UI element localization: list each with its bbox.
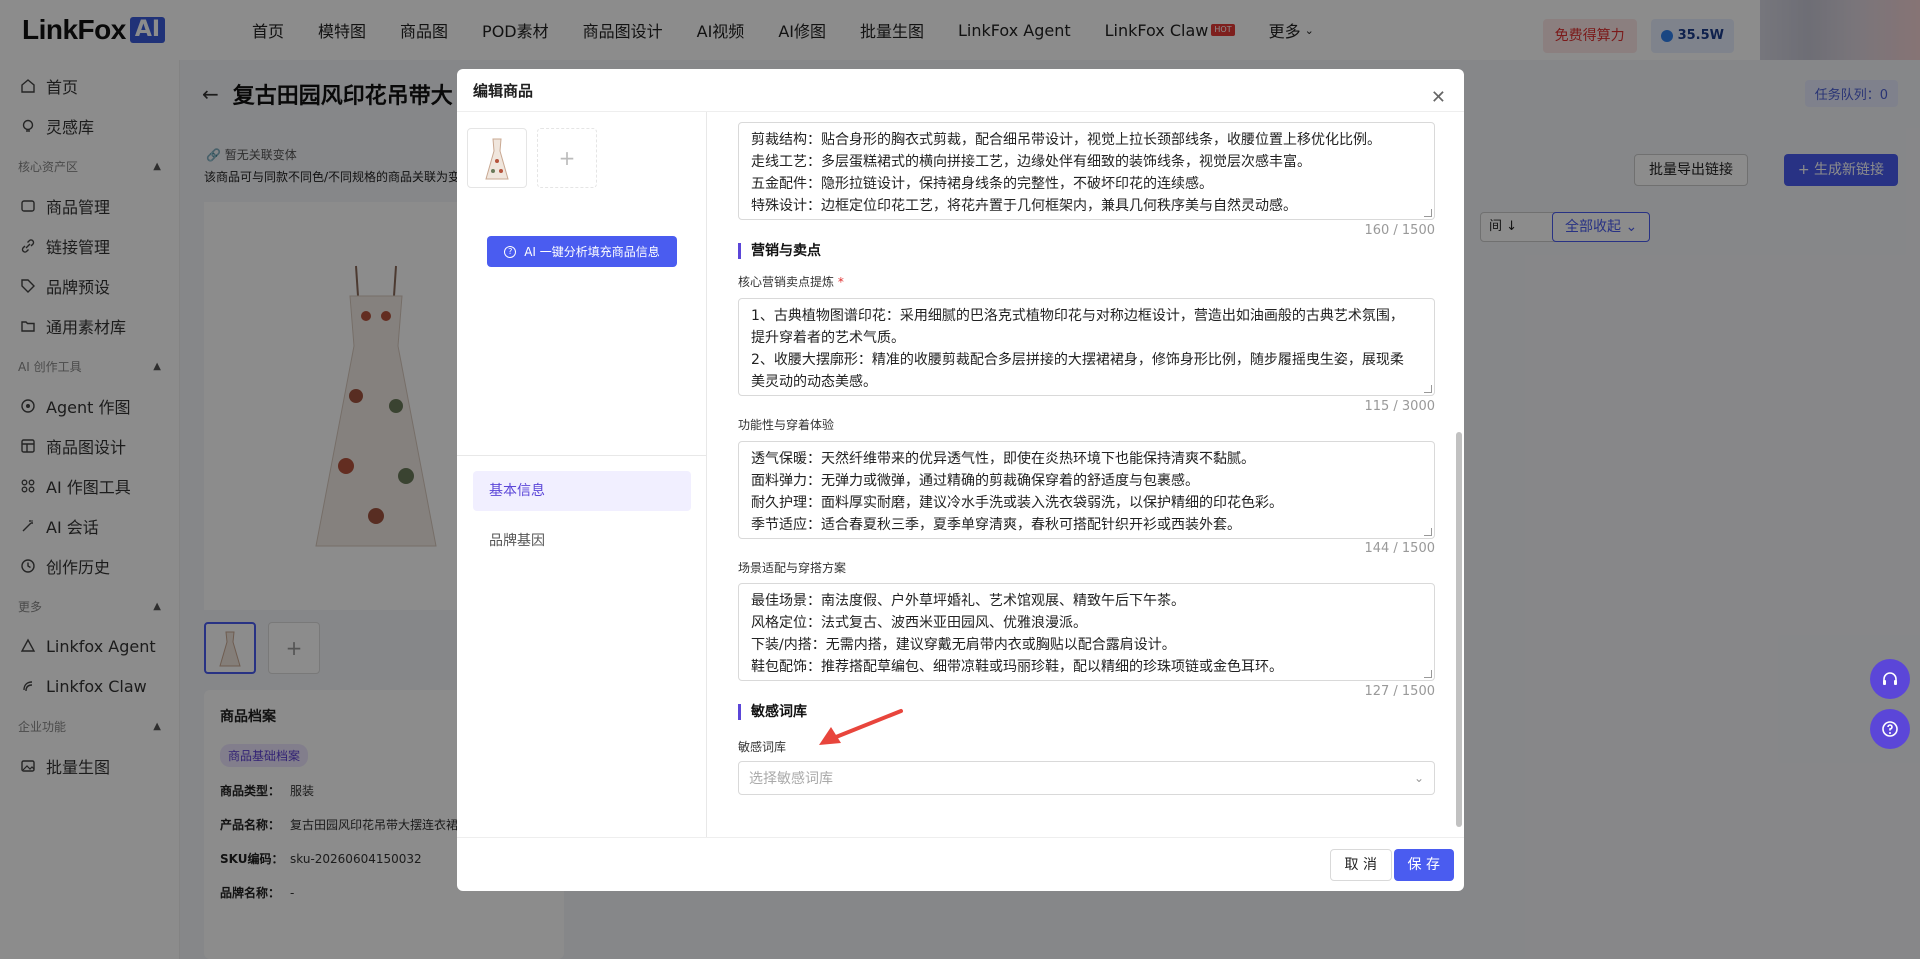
resize-handle-icon[interactable] bbox=[1424, 670, 1432, 678]
scene-label: 场景适配与穿搭方案 bbox=[738, 561, 847, 575]
text-line: 耐久护理：面料厚实耐磨，建议冷水手洗或装入洗衣袋弱洗，以保护精细的印花色彩。 bbox=[751, 495, 1283, 511]
modal-header: 编辑商品 bbox=[457, 69, 1464, 112]
question-icon: ? bbox=[504, 245, 517, 258]
headset-icon bbox=[1883, 672, 1897, 685]
text-line: 季节适应：适合春夏秋三季，夏季单穿清爽，春秋可搭配针织开衫或西装外套。 bbox=[751, 517, 1241, 533]
modal-product-thumbnail[interactable] bbox=[467, 128, 527, 188]
tab-basic-info[interactable]: 基本信息 bbox=[473, 471, 691, 511]
text-line: 提升穿着者的艺术气质。 bbox=[751, 330, 905, 346]
sensitive-select[interactable]: 选择敏感词库 ⌄ bbox=[738, 761, 1435, 795]
resize-handle-icon[interactable] bbox=[1424, 528, 1432, 536]
red-arrow-annotation-icon bbox=[819, 709, 903, 745]
headset-support-button[interactable] bbox=[1870, 659, 1910, 699]
text-line: 1、古典植物图谱印花：采用细腻的巴洛克式植物印花与对称边框设计，营造出如油画般的… bbox=[751, 308, 1404, 324]
section-sensitive: 敏感词库 bbox=[738, 704, 807, 720]
text-line: 最佳场景：南法度假、户外草坪婚礼、艺术馆观展、精致午后下午茶。 bbox=[751, 593, 1185, 609]
scene-char-counter: 127 / 1500 bbox=[1364, 684, 1435, 699]
modal-thumbnails: + bbox=[467, 128, 607, 188]
function-textarea[interactable]: 透气保暖：天然纤维带来的优异透气性，即使在炎热环境下也能保持清爽不黏腻。 面料弹… bbox=[738, 441, 1435, 539]
plus-icon: + bbox=[558, 146, 576, 170]
text-line: 透气保暖：天然纤维带来的优异透气性，即使在炎热环境下也能保持清爽不黏腻。 bbox=[751, 451, 1255, 467]
modal-title: 编辑商品 bbox=[473, 81, 534, 100]
close-icon[interactable]: ✕ bbox=[1431, 87, 1446, 108]
text-line: 面料弹力：无弹力或微弹，通过精确的剪裁确保穿着的舒适度与包裹感。 bbox=[751, 473, 1199, 489]
help-icon bbox=[1882, 721, 1898, 737]
modal-left-panel: + ? AI 一键分析填充商品信息 基本信息 品牌基因 bbox=[457, 112, 707, 837]
sensitive-select-placeholder: 选择敏感词库 bbox=[749, 771, 833, 787]
core-selling-label-text: 核心营销卖点提炼 bbox=[738, 275, 835, 289]
tab-brand-dna[interactable]: 品牌基因 bbox=[473, 521, 691, 561]
resize-handle-icon[interactable] bbox=[1424, 385, 1432, 393]
section-marketing: 营销与卖点 bbox=[738, 243, 821, 259]
design-char-counter: 160 / 1500 bbox=[1364, 223, 1435, 238]
dress-thumb-icon bbox=[485, 138, 509, 180]
save-button[interactable]: 保 存 bbox=[1393, 849, 1454, 881]
help-button[interactable] bbox=[1870, 709, 1910, 749]
core-char-counter: 115 / 3000 bbox=[1364, 399, 1435, 414]
function-label: 功能性与穿着体验 bbox=[738, 418, 835, 432]
edit-product-modal: 编辑商品 ✕ + ? AI 一键分析填充商品信息 基本信息 品牌基因 剪裁结构：… bbox=[457, 69, 1464, 891]
scene-textarea[interactable]: 最佳场景：南法度假、户外草坪婚礼、艺术馆观展、精致午后下午茶。 风格定位：法式复… bbox=[738, 583, 1435, 681]
text-line: 下装/内搭：无需内搭，建议穿戴无肩带内衣或胸贴以配合露肩设计。 bbox=[751, 637, 1176, 653]
left-divider bbox=[457, 455, 707, 456]
ai-fill-label: AI 一键分析填充商品信息 bbox=[524, 245, 660, 259]
text-line: 走线工艺：多层蛋糕裙式的横向拼接工艺，边缘处伴有细致的装饰线条，视觉层次感丰富。 bbox=[751, 154, 1311, 170]
text-line: 美灵动的动态美感。 bbox=[751, 374, 877, 390]
modal-scrollbar[interactable] bbox=[1456, 432, 1462, 827]
chevron-down-icon: ⌄ bbox=[1413, 771, 1424, 785]
modal-add-image-button[interactable]: + bbox=[537, 128, 597, 188]
text-line: 鞋包配饰：推荐搭配草编包、细带凉鞋或玛丽珍鞋，配以精细的珍珠项链或金色耳环。 bbox=[751, 659, 1283, 675]
text-line: 特殊设计：边框定位印花工艺，将花卉置于几何框架内，兼具几何秩序美与自然灵动感。 bbox=[751, 198, 1297, 214]
text-line: 2、收腰大摆廓形：精准的收腰剪裁配合多层拼接的大摆裙裙身，修饰身形比例，随步履摇… bbox=[751, 352, 1404, 368]
required-mark: * bbox=[837, 275, 844, 289]
modal-footer: 取 消 保 存 bbox=[457, 837, 1464, 891]
function-char-counter: 144 / 1500 bbox=[1364, 541, 1435, 556]
sensitive-label: 敏感词库 bbox=[738, 740, 787, 754]
text-line: 风格定位：法式复古、波西米亚田园风、优雅浪漫派。 bbox=[751, 615, 1087, 631]
ai-fill-button[interactable]: ? AI 一键分析填充商品信息 bbox=[487, 236, 677, 267]
cancel-button[interactable]: 取 消 bbox=[1329, 849, 1392, 881]
text-line: 五金配件：隐形拉链设计，保持裙身线条的完整性，不破坏印花的连续感。 bbox=[751, 176, 1213, 192]
core-selling-label: 核心营销卖点提炼 * bbox=[738, 273, 844, 290]
resize-handle-icon[interactable] bbox=[1424, 209, 1432, 217]
design-textarea[interactable]: 剪裁结构：贴合身形的胸衣式剪裁，配合细吊带设计，视觉上拉长颈部线条，收腰位置上移… bbox=[738, 122, 1435, 220]
text-line: 剪裁结构：贴合身形的胸衣式剪裁，配合细吊带设计，视觉上拉长颈部线条，收腰位置上移… bbox=[751, 132, 1381, 148]
core-selling-textarea[interactable]: 1、古典植物图谱印花：采用细腻的巴洛克式植物印花与对称边框设计，营造出如油画般的… bbox=[738, 298, 1435, 396]
